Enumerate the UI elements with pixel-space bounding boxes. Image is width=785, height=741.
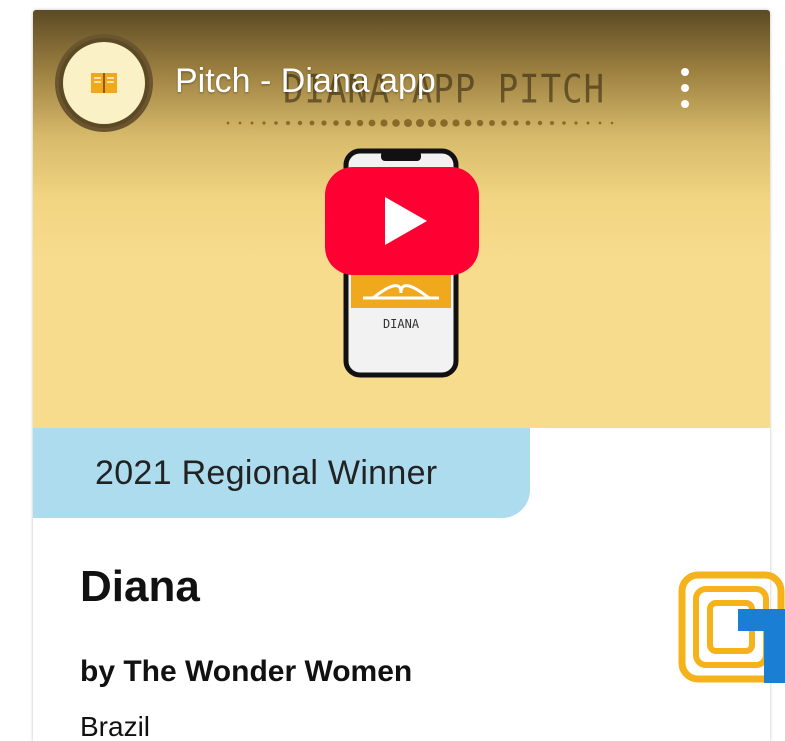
decorative-dots (226, 119, 614, 127)
kebab-menu-icon[interactable] (673, 68, 697, 108)
country-label: Brazil (80, 711, 151, 741)
brand-logo-icon (678, 571, 785, 683)
video-embed[interactable]: DIANA APP PITCH Pitch - Diana app DIANA (33, 10, 770, 428)
award-badge-label: 2021 Regional Winner (95, 453, 438, 492)
phone-app-label: DIANA (383, 317, 420, 331)
award-badge: 2021 Regional Winner (33, 428, 530, 518)
open-book-icon (91, 73, 117, 93)
channel-avatar[interactable] (55, 34, 153, 132)
project-title[interactable]: Diana (80, 562, 200, 612)
video-title[interactable]: Pitch - Diana app (175, 62, 436, 101)
project-card: DIANA APP PITCH Pitch - Diana app DIANA … (33, 10, 770, 741)
team-name: by The Wonder Women (80, 655, 413, 688)
youtube-play-icon[interactable] (323, 165, 481, 277)
